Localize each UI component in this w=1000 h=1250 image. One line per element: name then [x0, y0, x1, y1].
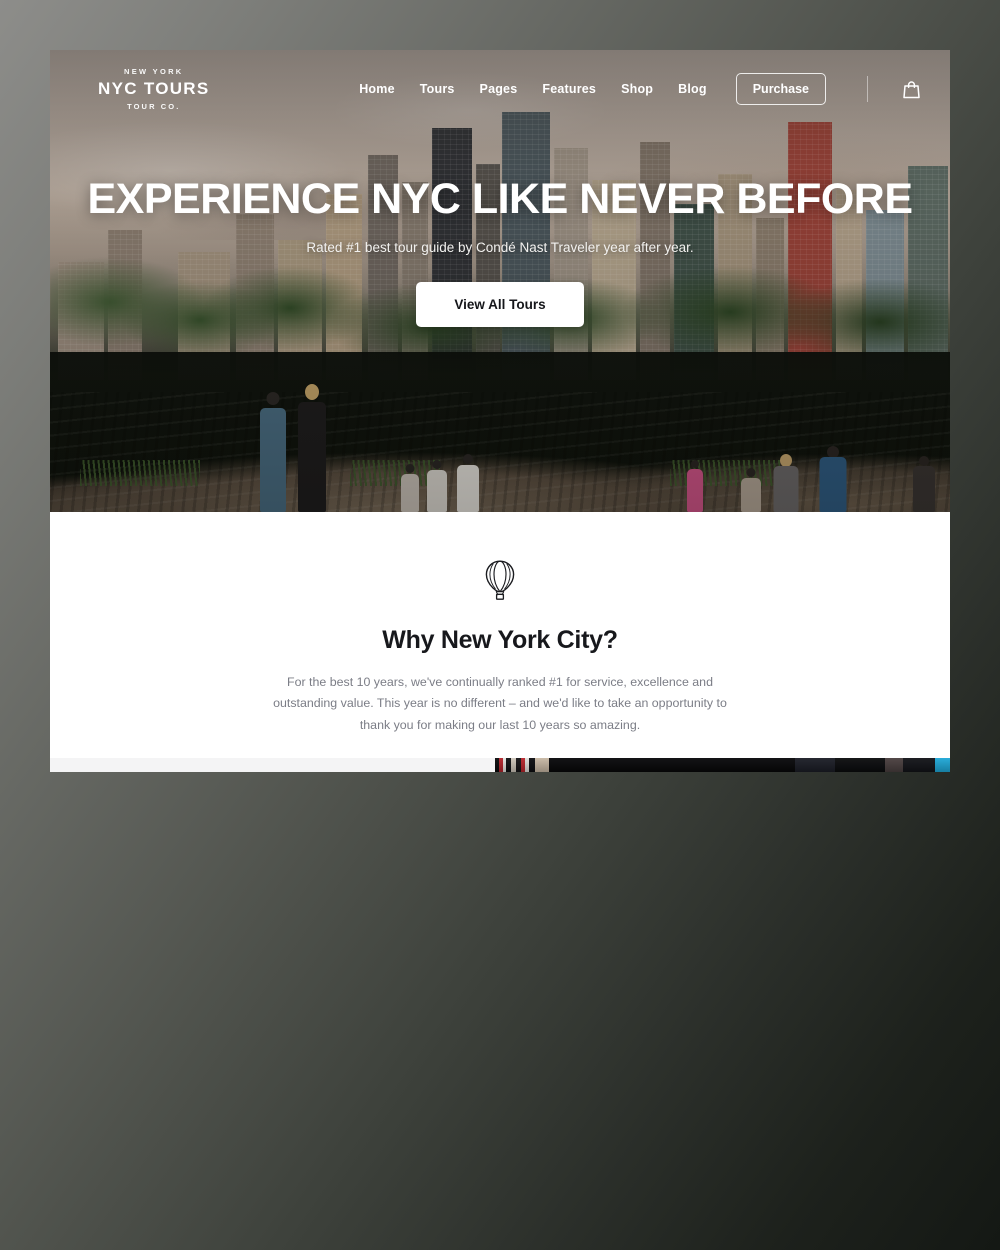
page-canvas: NEW YORK NYC TOURS TOUR CO. Home Tours P…: [50, 50, 950, 772]
brand-name: NYC TOURS: [98, 79, 210, 98]
nav-item-pages[interactable]: Pages: [480, 82, 518, 96]
next-section-peek: [50, 758, 950, 772]
hot-air-balloon-icon: [485, 560, 515, 600]
brand-sub-line: TOUR CO.: [127, 102, 181, 111]
brand-logo[interactable]: NEW YORK NYC TOURS TOUR CO.: [98, 66, 210, 111]
nav-divider: [867, 76, 868, 102]
nav-item-features[interactable]: Features: [542, 82, 596, 96]
hero-subtitle: Rated #1 best tour guide by Condé Nast T…: [306, 240, 694, 256]
next-section-photo: [495, 758, 950, 772]
why-section-body: For the best 10 years, we've continually…: [273, 675, 727, 732]
main-navigation: Home Tours Pages Features Shop Blog Purc…: [359, 73, 920, 105]
nav-item-shop[interactable]: Shop: [621, 82, 653, 96]
hero-title: EXPERIENCE NYC LIKE NEVER BEFORE: [87, 174, 913, 223]
view-all-tours-button[interactable]: View All Tours: [416, 282, 584, 328]
brand-top-line: NEW YORK: [124, 66, 184, 76]
why-section-title: Why New York City?: [382, 626, 618, 654]
site-header: NEW YORK NYC TOURS TOUR CO. Home Tours P…: [50, 50, 950, 128]
shopping-bag-icon: [903, 80, 920, 98]
hero-section: NEW YORK NYC TOURS TOUR CO. Home Tours P…: [50, 50, 950, 512]
purchase-button[interactable]: Purchase: [735, 73, 826, 105]
why-new-york-section: Why New York City? For the best 10 years…: [50, 512, 950, 772]
nav-item-tours[interactable]: Tours: [420, 82, 455, 96]
nav-item-blog[interactable]: Blog: [678, 82, 707, 96]
cart-button[interactable]: [903, 80, 920, 99]
nav-item-home[interactable]: Home: [359, 82, 395, 96]
